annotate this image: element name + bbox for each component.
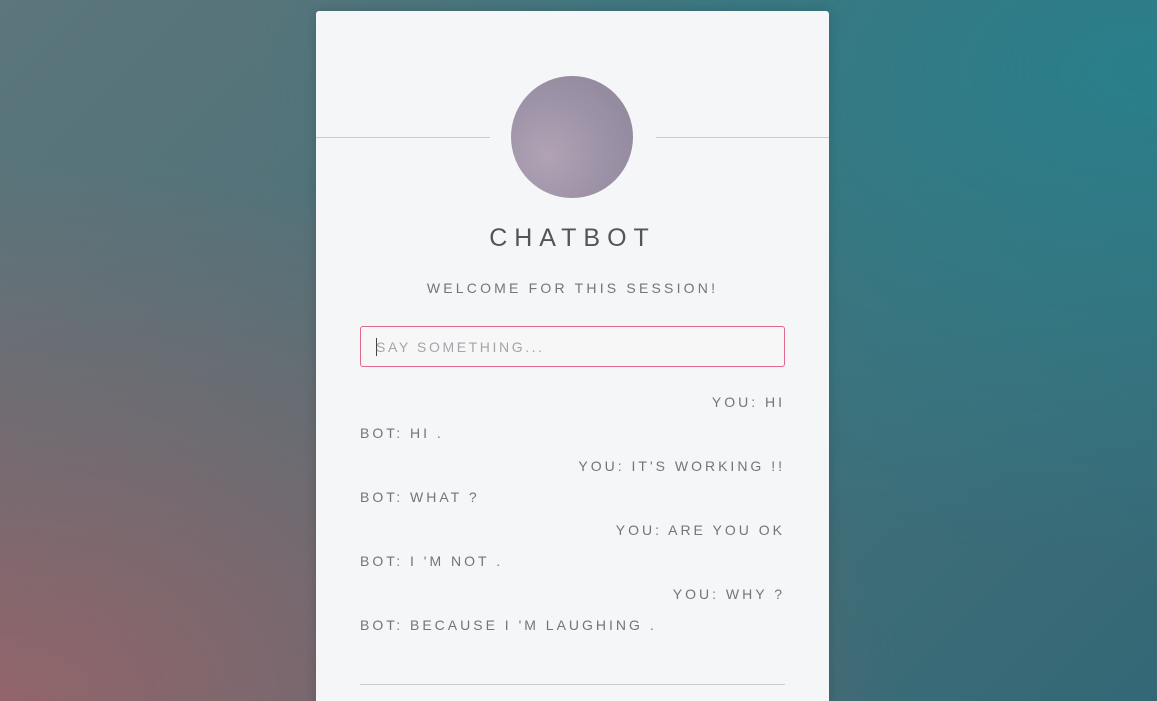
message-bot: BOT: BECAUSE I 'M LAUGHING . xyxy=(360,617,657,633)
header-divider-right xyxy=(656,137,829,138)
message-bot: BOT: I 'M NOT . xyxy=(360,553,504,569)
page-title: CHATBOT xyxy=(489,224,656,252)
message-bot: BOT: HI . xyxy=(360,425,444,441)
welcome-subtitle: WELCOME FOR THIS SESSION! xyxy=(426,280,719,296)
message-input-wrapper xyxy=(360,326,785,367)
message-user: YOU: WHY ? xyxy=(672,586,785,602)
bot-avatar xyxy=(511,76,633,198)
message-user: YOU: IT'S WORKING !! xyxy=(578,458,785,474)
footer-divider xyxy=(360,684,785,685)
text-caret xyxy=(376,338,377,356)
header-divider-left xyxy=(316,137,490,138)
message-bot: BOT: WHAT ? xyxy=(360,489,480,505)
message-input[interactable] xyxy=(361,327,784,366)
chat-card: CHATBOT WELCOME FOR THIS SESSION! YOU: H… xyxy=(316,11,829,701)
message-user: YOU: HI xyxy=(711,394,785,410)
message-user: YOU: ARE YOU OK xyxy=(615,522,785,538)
message-list: YOU: HI BOT: HI . YOU: IT'S WORKING !! B… xyxy=(360,389,785,633)
